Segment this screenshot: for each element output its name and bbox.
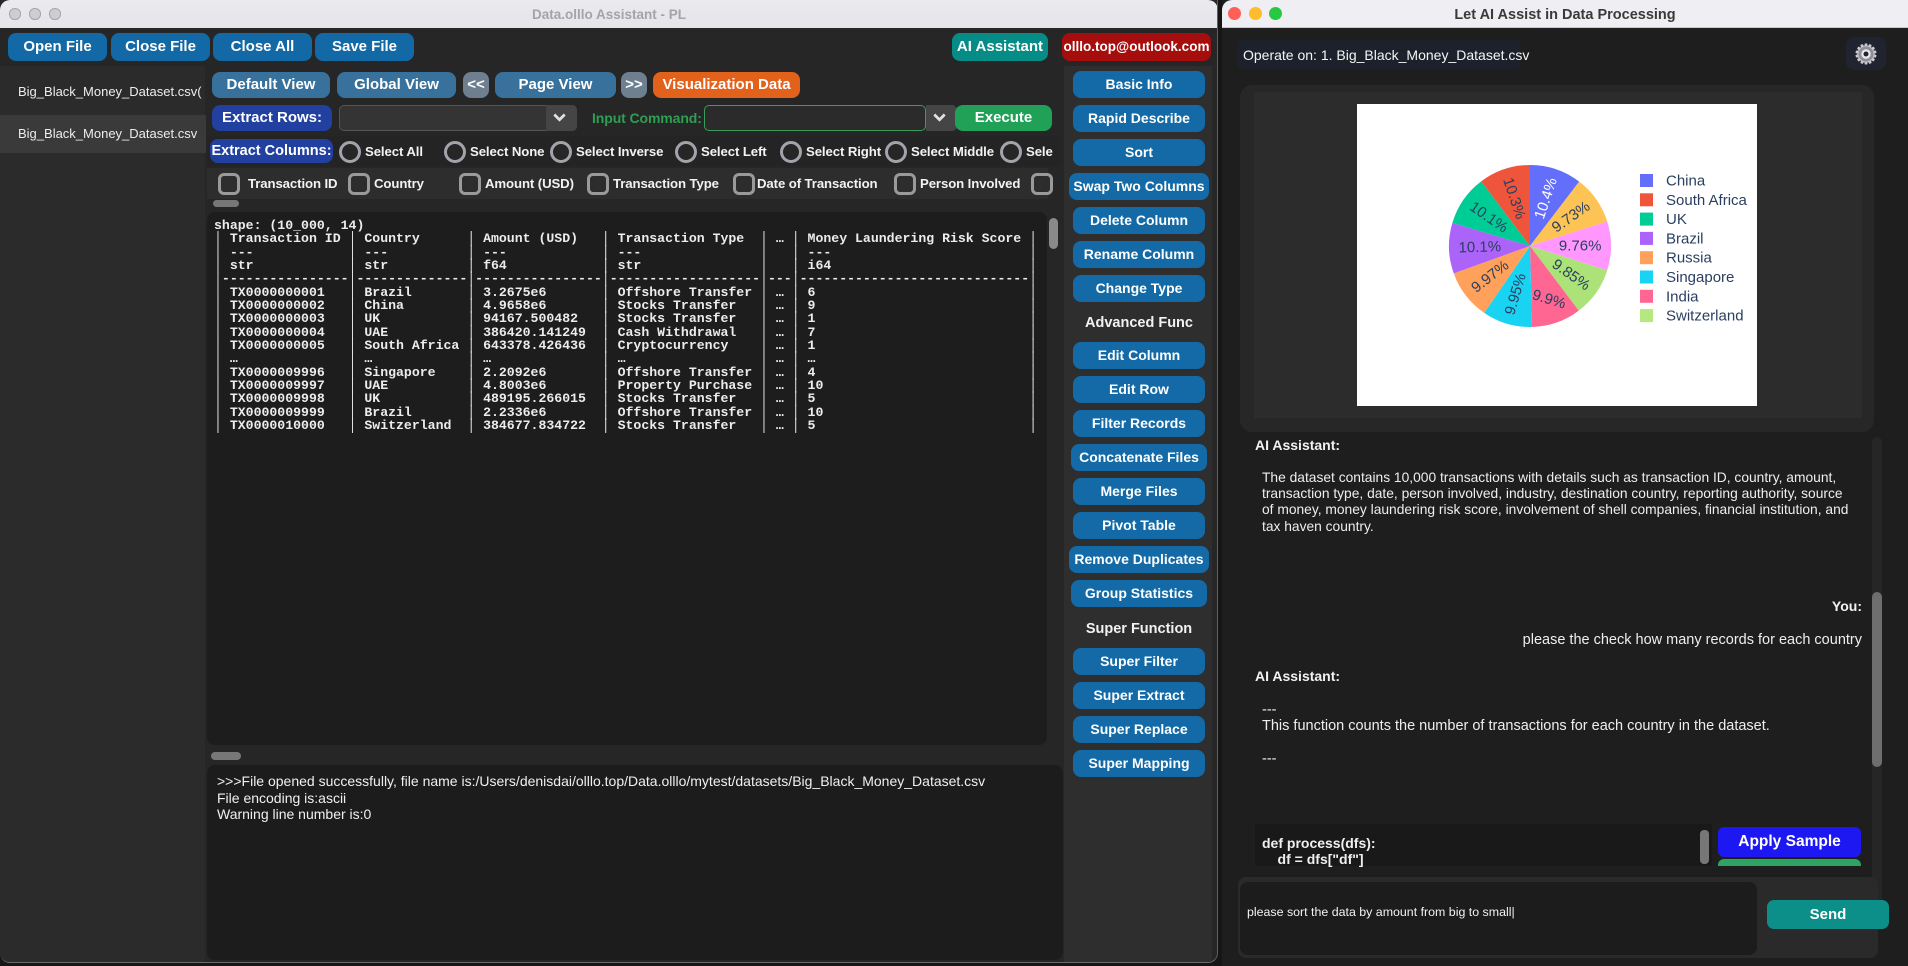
svg-text:Russia: Russia xyxy=(1666,250,1713,267)
svg-text:India: India xyxy=(1666,288,1699,305)
svg-text:China: China xyxy=(1666,173,1706,190)
svg-text:Singapore: Singapore xyxy=(1666,269,1734,286)
svg-text:Brazil: Brazil xyxy=(1666,230,1704,247)
svg-text:South Africa: South Africa xyxy=(1666,192,1748,209)
svg-text:10.1%: 10.1% xyxy=(1458,238,1501,256)
svg-text:UK: UK xyxy=(1666,211,1687,228)
svg-text:Switzerland: Switzerland xyxy=(1666,308,1744,325)
svg-text:9.76%: 9.76% xyxy=(1559,238,1602,255)
